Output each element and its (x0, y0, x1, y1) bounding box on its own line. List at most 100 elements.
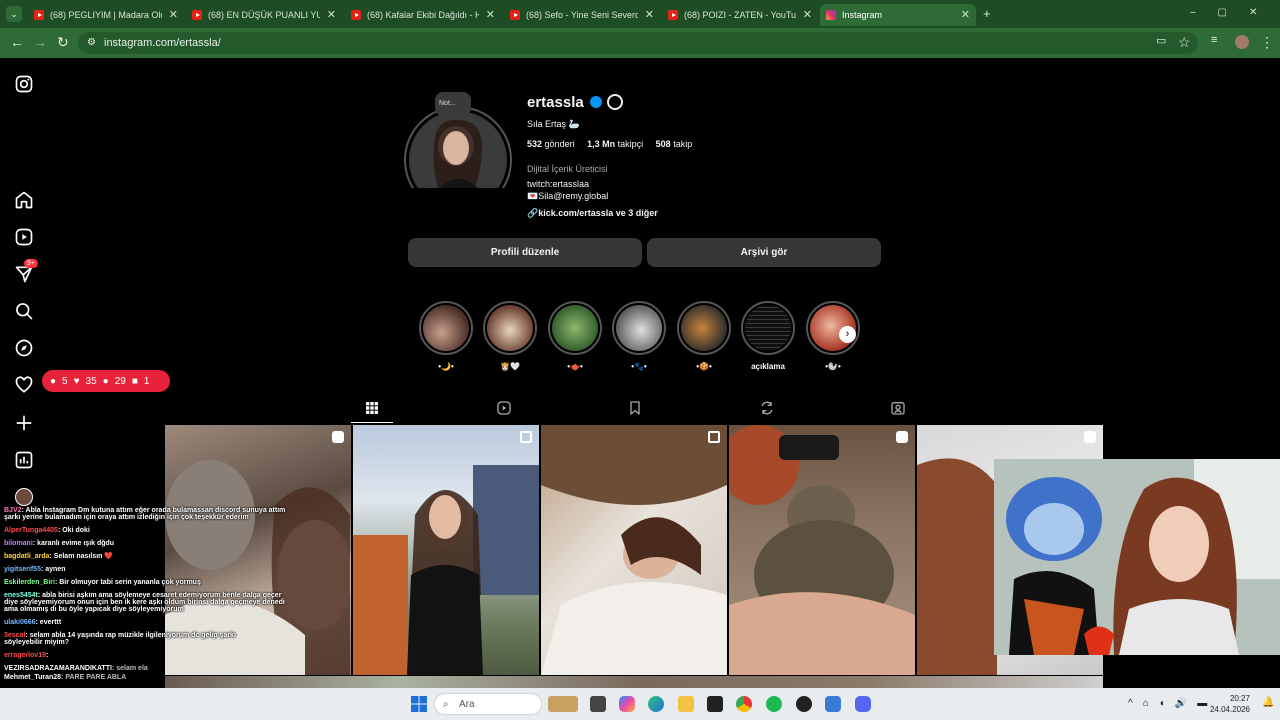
highlights-next-chevron-icon[interactable]: › (839, 326, 856, 343)
file-explorer-icon[interactable] (678, 696, 694, 712)
forward-icon[interactable]: → (33, 34, 47, 50)
home-icon[interactable] (14, 190, 34, 210)
chat-message: AlperTunga4405: Oki doki (4, 527, 90, 534)
search-icon[interactable] (14, 301, 34, 321)
system-tray[interactable]: ^⌂◖🔊▬ (1128, 698, 1217, 709)
tab-1[interactable]: (68) PEGLIYIM | Madara Olduk✕ (28, 4, 184, 26)
profile-avatar-icon[interactable] (1235, 35, 1249, 49)
saved-bookmark-icon[interactable] (627, 400, 643, 416)
reels-tab-icon[interactable] (496, 400, 512, 416)
url-input[interactable]: ⚙ instagram.com/ertassla/ (78, 32, 1198, 54)
chat-message: bilomani: karanlı evime ışık dğdu (4, 540, 115, 547)
extensions-icon[interactable]: ≡ (1211, 34, 1217, 46)
highlight-label: •🌙• (438, 362, 454, 371)
highlight-4[interactable] (612, 301, 666, 355)
task-view-icon[interactable] (590, 696, 606, 712)
create-icon[interactable] (14, 413, 34, 433)
bio-line: 💌Sila@remy.global (527, 191, 609, 201)
notification-bell-icon[interactable]: 🔔 (1262, 697, 1274, 708)
follower-icon: ■ (131, 375, 138, 387)
highlight-label: •🐾• (631, 362, 647, 371)
tab-instagram[interactable]: Instagram ✕ (820, 4, 976, 26)
reload-icon[interactable]: ↻ (57, 34, 69, 51)
widgets-icon[interactable] (548, 696, 578, 712)
highlight-3[interactable] (548, 301, 602, 355)
tagged-icon[interactable] (890, 400, 906, 416)
browser-tab-bar: ⌄ (68) PEGLIYIM | Madara Olduk✕ (68) EN … (0, 0, 1280, 28)
youtube-icon (34, 10, 44, 20)
notifications-heart-icon[interactable] (14, 375, 34, 395)
view-archive-button[interactable]: Arşivi gör (647, 238, 881, 267)
obs-icon[interactable] (796, 696, 812, 712)
site-info-icon[interactable]: ⚙ (87, 32, 96, 54)
youtube-icon (668, 10, 678, 20)
taskbar-clock[interactable]: 20:27 24.04.2026 (1210, 693, 1250, 715)
close-icon[interactable]: ✕ (803, 8, 812, 21)
menu-icon[interactable]: ⋮ (1260, 34, 1274, 51)
highlight-label: •🍪• (696, 362, 712, 371)
following-link[interactable]: 508 takip (656, 139, 693, 149)
profile-avatar[interactable] (404, 106, 512, 214)
tab-list-icon[interactable]: ⌄ (6, 6, 22, 22)
copilot-icon[interactable] (619, 696, 635, 712)
profile-link[interactable]: 🔗kick.com/ertassla ve 3 diğer (527, 208, 658, 219)
tab-5[interactable]: (68) POIZI - ZATEN - YouTube ✕ (662, 4, 818, 26)
app-icon[interactable] (825, 696, 841, 712)
reels-icon[interactable] (14, 227, 34, 247)
profile-avatar-icon[interactable] (15, 488, 33, 506)
close-icon[interactable]: ✕ (645, 8, 654, 21)
link-icon: 🔗 (527, 208, 539, 218)
chat-message: VEZIRSADRAZAMARANDIKATTI: selam ela (4, 665, 148, 672)
chrome-icon[interactable] (736, 696, 752, 712)
post-thumbnail[interactable] (353, 425, 539, 675)
dashboard-icon[interactable] (14, 450, 34, 470)
window-controls[interactable]: –▢✕ (1190, 7, 1279, 18)
messages-icon[interactable]: 9+ (14, 259, 38, 284)
youtube-icon (192, 10, 202, 20)
mail-icon[interactable] (707, 696, 723, 712)
profile-full-name: Sıla Ertaş 🦢 (527, 119, 580, 129)
tab-4[interactable]: (68) Sefo - Yine Seni Severdim ✕ (504, 4, 660, 26)
note-bubble[interactable]: Not... (435, 92, 471, 116)
youtube-icon (351, 10, 361, 20)
followers-link[interactable]: 1,3 Mn takipçi (587, 139, 643, 149)
bookmark-star-icon[interactable]: ☆ (1178, 34, 1191, 51)
webcam-overlay (994, 459, 1280, 655)
start-windows-icon[interactable] (411, 696, 427, 712)
posts-grid-icon[interactable] (364, 400, 380, 416)
tab-3[interactable]: (68) Kafalar Ekibi Dağıldı - HESA✕ (345, 4, 501, 26)
new-tab-button[interactable]: + (983, 6, 991, 21)
close-icon[interactable]: ✕ (486, 8, 495, 21)
taskbar-search-input[interactable]: ⌕ Ara (434, 693, 542, 715)
instagram-logo-icon[interactable] (14, 74, 34, 94)
close-icon[interactable]: ✕ (169, 8, 178, 21)
highlight-2[interactable] (483, 301, 537, 355)
verified-badge-icon (590, 96, 602, 108)
install-icon[interactable]: ▭ (1156, 34, 1166, 47)
close-icon[interactable]: ✕ (961, 8, 970, 21)
highlight-1[interactable] (419, 301, 473, 355)
reel-play-icon (1084, 431, 1096, 443)
highlight-5[interactable] (677, 301, 731, 355)
reposts-icon[interactable] (759, 400, 775, 416)
close-icon[interactable]: ✕ (327, 8, 336, 21)
spotify-icon[interactable] (766, 696, 782, 712)
back-icon[interactable]: ← (10, 34, 24, 50)
profile-category: Dijital İçerik Üreticisi (527, 164, 608, 174)
reel-play-icon (332, 431, 344, 443)
chat-message: enes5454t: abla birisi aşkım ama söyleme… (4, 592, 285, 613)
chat-message: Eskilerden_Biri: Bir olmuyor tabi serin … (4, 579, 201, 586)
carousel-icon (520, 431, 532, 443)
tab-2[interactable]: (68) EN DÜŞÜK PUANLI YURT D✕ (186, 4, 342, 26)
explore-icon[interactable] (14, 338, 34, 358)
post-thumbnail[interactable] (541, 425, 727, 675)
highlight-label: •🫖• (567, 362, 583, 371)
discord-icon[interactable] (855, 696, 871, 712)
viewers-icon: ● (102, 375, 109, 387)
post-thumbnail[interactable] (729, 425, 915, 675)
highlight-6[interactable] (741, 301, 795, 355)
profile-username: ertassla (527, 94, 584, 111)
edge-icon[interactable] (648, 696, 664, 712)
settings-gear-icon[interactable] (607, 94, 623, 110)
edit-profile-button[interactable]: Profili düzenle (408, 238, 642, 267)
